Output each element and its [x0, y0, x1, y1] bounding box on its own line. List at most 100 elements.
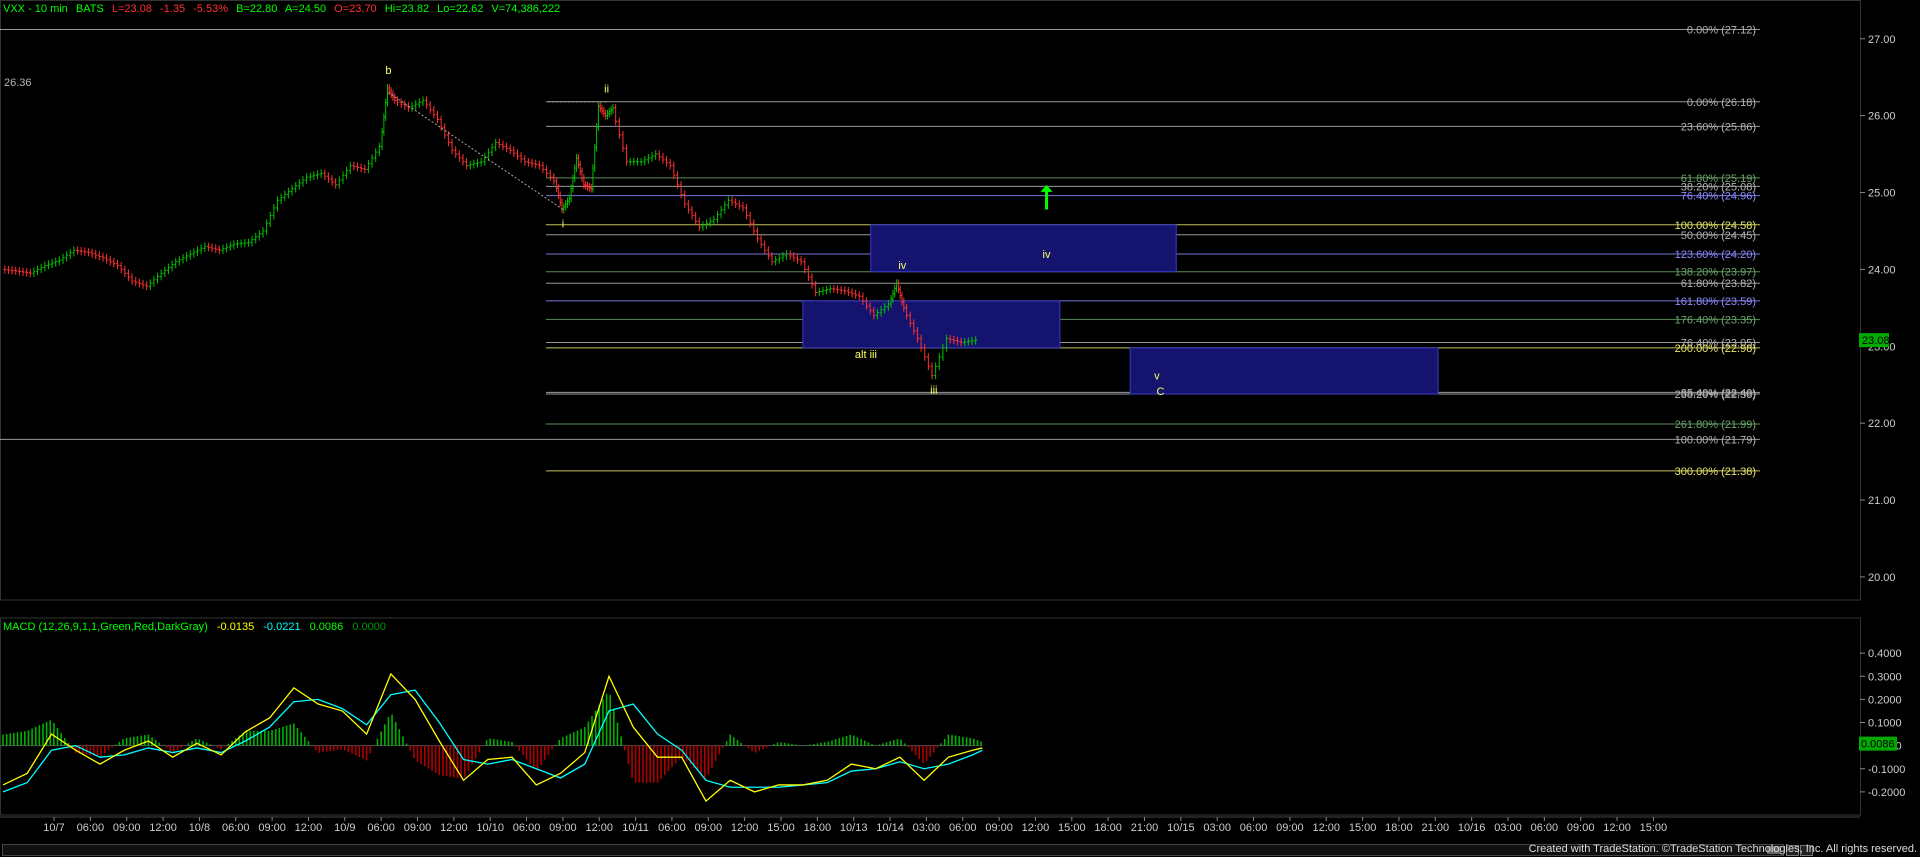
wave-label: C [1156, 386, 1164, 398]
zero-value: 0.0000 [352, 621, 386, 633]
time-tick-label: 06:00 [367, 822, 395, 834]
time-tick-label: 21:00 [1131, 822, 1159, 834]
exchange-label: BATS [75, 3, 104, 15]
fib-level-label: 261.80% (21.99) [1675, 419, 1756, 431]
price-tick-label: 20.00 [1868, 572, 1896, 584]
time-tick-label: 06:00 [658, 822, 686, 834]
price-tick-label: 22.00 [1868, 418, 1896, 430]
price-header: VXX - 10 min BATS L=23.08 -1.35 -5.53% B… [3, 3, 565, 15]
time-tick-label: 06:00 [77, 822, 105, 834]
time-tick-label: 03:00 [913, 822, 941, 834]
wave-label: iv [898, 260, 906, 272]
open-value: O=23.70 [334, 3, 377, 15]
wave-label: iii [930, 385, 937, 397]
volume-value: V=74,386,222 [491, 3, 561, 15]
target-zone [802, 300, 1061, 349]
symbol-label: VXX - 10 min [3, 3, 68, 15]
time-tick-label: 03:00 [1203, 822, 1231, 834]
wave-label: iv [1043, 249, 1051, 261]
fib-level-label: 23.60% (25.86) [1681, 121, 1756, 133]
macd-tick-label: 0.4000 [1868, 648, 1902, 660]
time-tick-label: 10/13 [840, 822, 868, 834]
fib-level-label: 176.40% (23.35) [1675, 314, 1756, 326]
price-tick-label: 25.00 [1868, 188, 1896, 200]
time-tick-label: 12:00 [1603, 822, 1631, 834]
low-value: Lo=22.62 [437, 3, 484, 15]
change-value: -1.35 [160, 3, 186, 15]
macd-params-label: MACD (12,26,9,1,1,Green,Red,DarkGray) [3, 621, 208, 633]
time-tick-label: 12:00 [585, 822, 613, 834]
fib-level-label: 0.00% (26.18) [1687, 97, 1756, 109]
target-zone [1129, 347, 1439, 395]
time-tick-label: 10/7 [43, 822, 64, 834]
time-tick-label: 06:00 [513, 822, 541, 834]
fib-level-label: 0.00% (27.12) [1687, 25, 1756, 37]
fib-level-label: 238.20% (22.38) [1675, 389, 1756, 401]
fib-level-label: 200.00% (22.98) [1675, 343, 1756, 355]
macd-last-text: 0.0086 [1861, 739, 1895, 751]
time-tick-label: 09:00 [1567, 822, 1595, 834]
time-tick-label: 10/10 [476, 822, 504, 834]
time-tick-label: 09:00 [1276, 822, 1304, 834]
high-value: Hi=23.82 [384, 3, 430, 15]
horizontal-scrollbar[interactable] [2, 844, 1784, 856]
time-tick-label: 10/9 [334, 822, 355, 834]
change-pct: -5.53% [193, 3, 228, 15]
time-tick-label: 18:00 [804, 822, 832, 834]
macd-tick-label: 0.2000 [1868, 694, 1902, 706]
time-tick-label: 09:00 [695, 822, 723, 834]
time-tick-label: 18:00 [1094, 822, 1122, 834]
price-tick-label: 24.00 [1868, 264, 1896, 276]
fib-level-label: 138.20% (23.97) [1675, 267, 1756, 279]
price-panel: 27.0026.0025.0024.0023.0022.0021.0020.00… [0, 0, 1896, 601]
wave-label: v [1154, 371, 1160, 383]
price-tick-label: 27.00 [1868, 34, 1896, 46]
time-tick-label: 12:00 [440, 822, 468, 834]
last-price-text: 23.08 [1862, 335, 1890, 347]
wave-label: i [562, 218, 564, 230]
wave-label: alt iii [855, 349, 877, 361]
price-panel-border [0, 0, 1861, 601]
wave-label: ii [604, 83, 609, 95]
wave-trendline [388, 92, 564, 210]
fib-level-label: 50.00% (24.45) [1681, 230, 1756, 242]
time-tick-label: 21:00 [1422, 822, 1450, 834]
time-tick-label: 06:00 [222, 822, 250, 834]
time-tick-label: 12:00 [1312, 822, 1340, 834]
fib-level-label: 61.80% (23.82) [1681, 278, 1756, 290]
time-tick-label: 10/14 [876, 822, 904, 834]
time-tick-label: 09:00 [549, 822, 577, 834]
price-tick-label: 26.00 [1868, 111, 1896, 123]
target-zone [870, 224, 1177, 273]
price-tick-label: 21.00 [1868, 495, 1896, 507]
macd-header: MACD (12,26,9,1,1,Green,Red,DarkGray) -0… [3, 621, 392, 633]
time-tick-label: 09:00 [258, 822, 286, 834]
signal-value: -0.0221 [263, 621, 301, 633]
time-tick-label: 12:00 [731, 822, 759, 834]
time-tick-label: 10/15 [1167, 822, 1195, 834]
time-tick-label: 09:00 [985, 822, 1013, 834]
last-price: L=23.08 [111, 3, 152, 15]
macd-value: -0.0135 [216, 621, 255, 633]
time-tick-label: 15:00 [1058, 822, 1086, 834]
fib-level-label: 76.40% (24.96) [1681, 191, 1756, 203]
time-tick-label: 18:00 [1385, 822, 1413, 834]
time-tick-label: 15:00 [1349, 822, 1377, 834]
macd-tick-label: -0.2000 [1868, 787, 1905, 799]
fib-level-label: 300.00% (21.38) [1675, 466, 1756, 478]
time-tick-label: 12:00 [1022, 822, 1050, 834]
time-axis: 10/7 06:00 09:00 12:00 10/8 06:00 09:00 12:00 10… [0, 816, 1860, 834]
credit-text: Created with TradeStation. ©TradeStation… [1528, 843, 1917, 855]
time-tick-label: 09:00 [404, 822, 432, 834]
macd-tick-label: -0.1000 [1868, 764, 1905, 776]
time-tick-label: 06:00 [1531, 822, 1559, 834]
fib-level-label: 123.60% (24.20) [1675, 249, 1756, 261]
fib-level-label: 100.00% (21.79) [1675, 434, 1756, 446]
hist-value: 0.0086 [309, 621, 344, 633]
time-tick-label: 10/11 [622, 822, 649, 834]
macd-tick-label: 0.3000 [1868, 671, 1902, 683]
wave-label: b [385, 65, 391, 77]
ask-value: A=24.50 [284, 3, 327, 15]
left-price-label: 26.36 [4, 77, 32, 89]
time-tick-label: 03:00 [1494, 822, 1522, 834]
